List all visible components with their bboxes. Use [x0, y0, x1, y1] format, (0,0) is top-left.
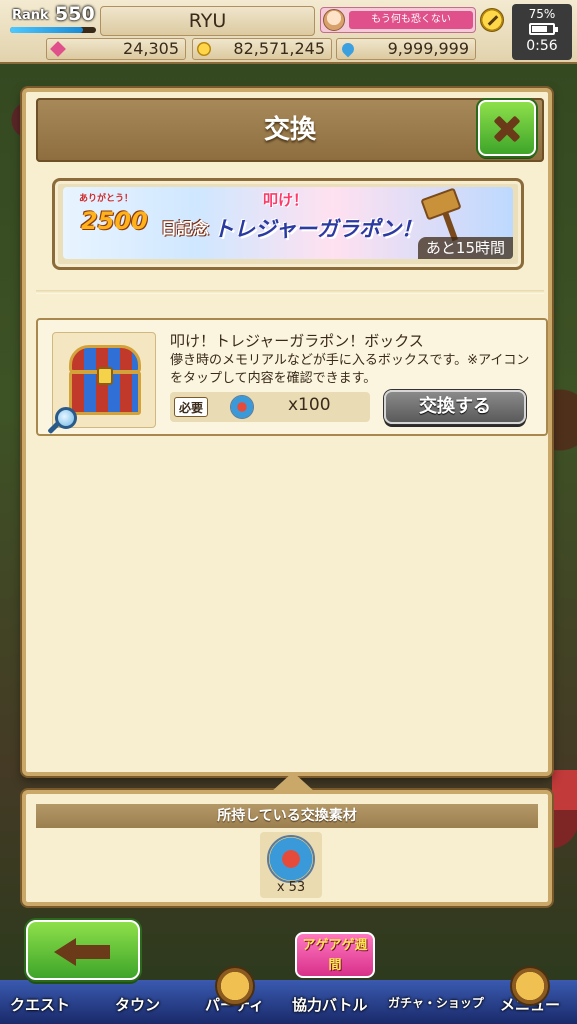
- gem-counter[interactable]: 24,305: [46, 38, 186, 60]
- exchange-token-icon: [230, 395, 254, 419]
- coin-counter: 82,571,245: [192, 38, 332, 60]
- material-tile[interactable]: x 53: [260, 832, 322, 898]
- stamina-counter: 9,999,999: [336, 38, 476, 60]
- player-name[interactable]: RYU: [100, 6, 315, 36]
- banner-anniversary: 2500: [81, 207, 148, 235]
- banner-main-title: トレジャーガラポン！: [213, 217, 422, 241]
- battery-percent: 75%: [528, 7, 556, 21]
- cost-box: 必要 x100: [170, 392, 370, 422]
- nav-coop-label: 協力バトル: [292, 996, 368, 1014]
- dialog-header: 交換: [36, 98, 544, 162]
- bottom-nav: クエスト タウン パーティ 協力バトル ガチャ・ショップ メニュー: [0, 966, 577, 1024]
- exchange-token-icon: [267, 835, 315, 883]
- treasure-chest-icon: [69, 345, 141, 415]
- nav-menu[interactable]: メニュー: [500, 966, 560, 1015]
- material-count: x 53: [276, 880, 306, 895]
- nav-town[interactable]: タウン: [115, 994, 160, 1015]
- owned-materials-panel: 所持している交換素材 x 53: [22, 772, 552, 906]
- comment-text: もう何も恐くない: [349, 11, 473, 29]
- banner-timer: あと15時間: [417, 237, 513, 259]
- cost-amount: x100: [288, 395, 331, 415]
- event-banner-edge: [552, 770, 577, 810]
- materials-header: 所持している交換素材: [36, 804, 538, 828]
- nav-party[interactable]: パーティ: [205, 966, 264, 1015]
- item-thumbnail[interactable]: [47, 332, 156, 435]
- rank-label: Rank: [12, 8, 49, 23]
- party-icon: [215, 966, 255, 1006]
- item-name: 叩け！トレジャーガラポン！ボックス: [170, 332, 424, 350]
- comment-box[interactable]: もう何も恐くない: [320, 7, 476, 33]
- nav-quest-label: クエスト: [10, 996, 71, 1014]
- item-description: 儚き時のメモリアルなどが手に入るボックスです。※アイコンをタップして内容を確認で…: [170, 353, 530, 386]
- magnifier-icon[interactable]: [47, 407, 77, 435]
- exchange-dialog: 交換 ありがとう！ 2500 日記念 叩け！ トレジャーガラポン！ あと15時間…: [22, 88, 552, 776]
- nav-quest[interactable]: クエスト: [10, 994, 70, 1015]
- clock: 0:56: [526, 38, 558, 54]
- nav-gacha-label: ガチャ・ショップ: [388, 996, 484, 1010]
- nav-coop-battle[interactable]: 協力バトル: [292, 994, 367, 1015]
- nav-town-label: タウン: [115, 996, 161, 1014]
- status-bar: Rank 550 RYU もう何も恐くない 75% 0:56 24,305 82…: [0, 0, 577, 64]
- rank-value: 550: [55, 3, 95, 25]
- edit-comment-icon[interactable]: [480, 8, 504, 32]
- gem-amount: 24,305: [123, 39, 179, 58]
- event-week-badge[interactable]: アゲアゲ週間: [295, 932, 375, 978]
- gem-icon: [50, 41, 66, 57]
- panel-notch: [271, 772, 315, 792]
- coin-amount: 82,571,245: [233, 39, 325, 58]
- nav-gacha-shop[interactable]: ガチャ・ショップ: [388, 994, 484, 1011]
- banner-kinen: 日記念: [161, 219, 210, 238]
- cost-label: 必要: [174, 397, 209, 417]
- battery-icon: [529, 23, 558, 35]
- rank-progress-fill: [10, 27, 84, 33]
- divider: [36, 290, 544, 294]
- stamina-amount: 9,999,999: [387, 39, 469, 58]
- avatar: [323, 9, 345, 31]
- banner-subtitle: ありがとう！: [79, 194, 134, 204]
- rank-progress-bar: [10, 27, 96, 33]
- event-banner[interactable]: ありがとう！ 2500 日記念 叩け！ トレジャーガラポン！ あと15時間: [63, 187, 513, 259]
- event-banner-frame: ありがとう！ 2500 日記念 叩け！ トレジャーガラポン！ あと15時間: [52, 178, 524, 270]
- banner-tataki: 叩け！: [263, 191, 309, 209]
- device-status: 75% 0:56: [512, 4, 572, 60]
- exchange-item-row: 叩け！トレジャーガラポン！ボックス 儚き時のメモリアルなどが手に入るボックスです…: [36, 318, 548, 436]
- hammer-icon: [420, 187, 462, 221]
- exchange-button[interactable]: 交換する: [384, 390, 526, 424]
- menu-icon: [510, 966, 550, 1006]
- currency-row: 24,305 82,571,245 9,999,999: [6, 38, 506, 60]
- back-button[interactable]: [26, 920, 140, 980]
- back-arrow-icon: [54, 938, 76, 966]
- dialog-title: 交換: [263, 115, 316, 145]
- coin-icon: [197, 42, 211, 56]
- close-button[interactable]: [478, 100, 536, 156]
- drop-icon: [339, 40, 357, 58]
